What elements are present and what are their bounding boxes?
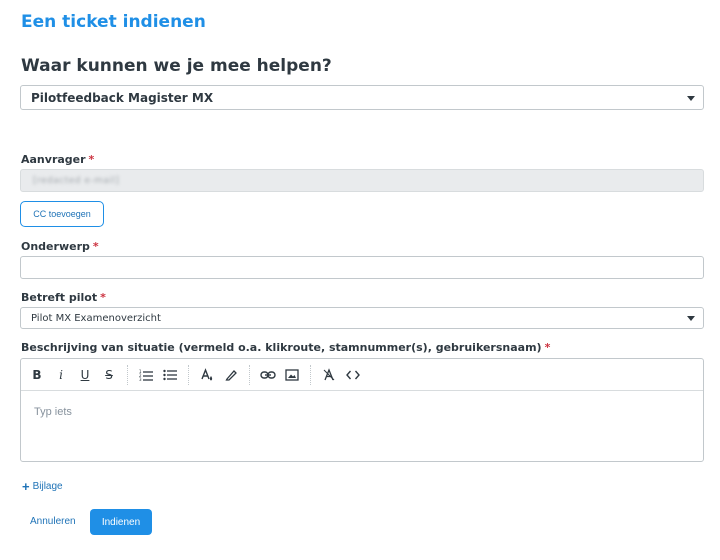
pilot-label-text: Betreft pilot	[21, 291, 98, 304]
required-marker: *	[92, 240, 99, 253]
toolbar-separator	[188, 364, 189, 385]
form-type-value: Pilotfeedback Magister MX	[31, 90, 214, 105]
section-title: Waar kunnen we je mee helpen?	[21, 56, 332, 76]
bold-icon[interactable]: B	[25, 363, 49, 387]
highlight-icon[interactable]	[219, 363, 243, 387]
requester-field: [redacted e-mail]	[20, 169, 704, 192]
svg-text:3: 3	[139, 377, 142, 381]
submit-button[interactable]: Indienen	[90, 509, 152, 535]
description-label-text: Beschrijving van situatie (vermeld o.a. …	[21, 341, 542, 354]
page-title: Een ticket indienen	[21, 12, 206, 32]
subject-input[interactable]	[20, 256, 704, 279]
code-icon[interactable]	[341, 363, 365, 387]
underline-icon[interactable]: U	[73, 363, 97, 387]
requester-label: Aanvrager *	[21, 153, 94, 166]
plus-icon: +	[22, 479, 30, 494]
pilot-select-value: Pilot MX Examenoverzicht	[31, 312, 161, 324]
text-color-icon[interactable]	[195, 363, 219, 387]
required-marker: *	[88, 153, 95, 166]
pilot-select[interactable]: Pilot MX Examenoverzicht	[20, 307, 704, 329]
strikethrough-icon[interactable]: S	[97, 363, 121, 387]
toolbar-separator	[127, 364, 128, 385]
toolbar-separator	[310, 364, 311, 385]
editor-toolbar: B i U S 123	[21, 359, 703, 391]
cancel-button[interactable]: Annuleren	[30, 516, 76, 527]
numbered-list-icon[interactable]: 123	[134, 363, 158, 387]
italic-icon[interactable]: i	[49, 363, 73, 387]
add-attachment-link[interactable]: + Bijlage	[22, 479, 63, 494]
requester-label-text: Aanvrager	[21, 153, 86, 166]
bullet-list-icon[interactable]	[158, 363, 182, 387]
description-editor[interactable]: B i U S 123 Typ iets	[20, 358, 704, 462]
required-marker: *	[544, 341, 551, 354]
add-cc-button[interactable]: CC toevoegen	[20, 201, 104, 227]
subject-label: Onderwerp *	[21, 240, 99, 253]
form-type-select[interactable]: Pilotfeedback Magister MX	[20, 85, 704, 110]
clear-format-icon[interactable]	[317, 363, 341, 387]
chevron-down-icon	[687, 316, 695, 321]
attachment-label: Bijlage	[32, 481, 63, 492]
pilot-label: Betreft pilot *	[21, 291, 106, 304]
toolbar-separator	[249, 364, 250, 385]
requester-value: [redacted e-mail]	[33, 175, 120, 186]
subject-label-text: Onderwerp	[21, 240, 90, 253]
chevron-down-icon	[687, 95, 695, 101]
link-icon[interactable]	[256, 363, 280, 387]
description-label: Beschrijving van situatie (vermeld o.a. …	[21, 341, 550, 354]
editor-placeholder: Typ iets	[34, 406, 72, 418]
required-marker: *	[100, 291, 106, 304]
image-icon[interactable]	[280, 363, 304, 387]
